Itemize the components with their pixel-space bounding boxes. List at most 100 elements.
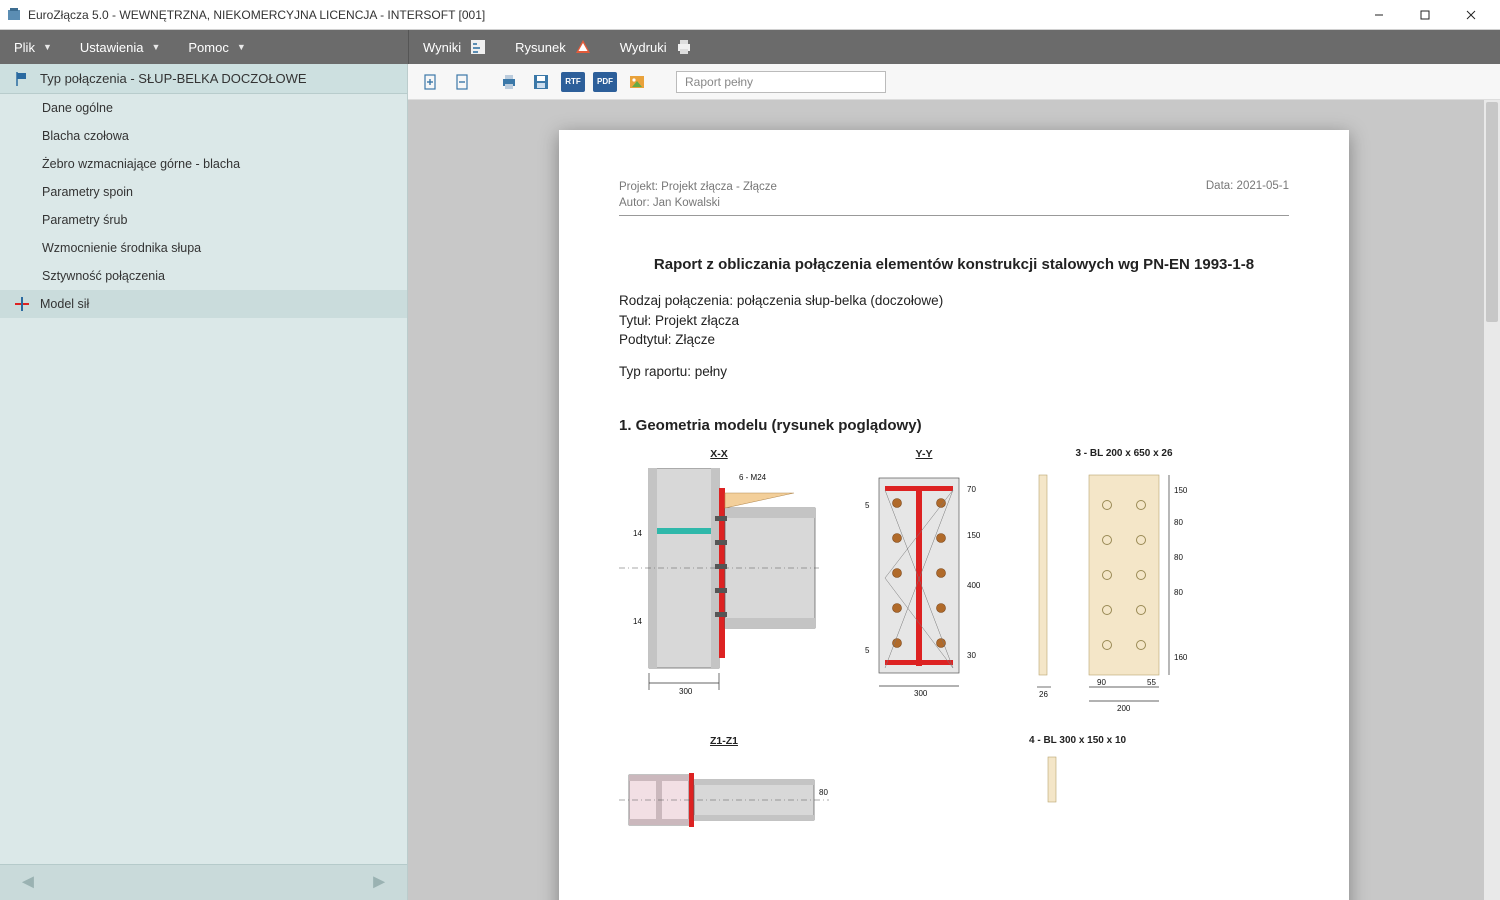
drawing-icon bbox=[574, 38, 592, 56]
view-yy: Y-Y bbox=[859, 448, 989, 698]
svg-text:80: 80 bbox=[1174, 553, 1183, 562]
nav-prev-icon[interactable]: ◄ bbox=[18, 871, 38, 894]
sidebar-item-zebro[interactable]: Żebro wzmacniające górne - blacha bbox=[0, 150, 407, 178]
sidebar-item-label: Blacha czołowa bbox=[42, 129, 129, 143]
svg-text:70: 70 bbox=[967, 485, 976, 494]
sidebar-header[interactable]: Typ połączenia - SŁUP-BELKA DOCZOŁOWE bbox=[0, 64, 407, 94]
sidebar: Typ połączenia - SŁUP-BELKA DOCZOŁOWE Da… bbox=[0, 64, 408, 900]
export-rtf-button[interactable]: RTF bbox=[560, 69, 586, 95]
report-type-label: Raport pełny bbox=[685, 75, 753, 89]
plate4-svg: 200 bbox=[1038, 752, 1118, 812]
svg-text:300: 300 bbox=[914, 689, 928, 698]
view-xx: X-X bbox=[619, 448, 819, 701]
sidebar-item-label: Żebro wzmacniające górne - blacha bbox=[42, 157, 240, 171]
svg-text:300: 300 bbox=[679, 687, 693, 696]
report-type-select[interactable]: Raport pełny bbox=[676, 71, 886, 93]
svg-text:14: 14 bbox=[633, 617, 642, 626]
menubar: Plik▼ Ustawienia▼ Pomoc▼ Wyniki Rysunek … bbox=[0, 30, 1500, 64]
svg-text:200: 200 bbox=[1038, 768, 1040, 782]
meta-typ: Typ raportu: pełny bbox=[619, 362, 1289, 382]
project-line: Projekt: Projekt złącza - Złącze bbox=[619, 180, 777, 196]
vertical-scrollbar[interactable] bbox=[1484, 100, 1500, 900]
page-header: Projekt: Projekt złącza - Złącze Autor: … bbox=[619, 180, 1289, 216]
svg-text:5: 5 bbox=[865, 501, 870, 510]
chevron-down-icon: ▼ bbox=[237, 42, 246, 52]
tab-wyniki[interactable]: Wyniki bbox=[409, 30, 501, 64]
sidebar-item-label: Parametry spoin bbox=[42, 185, 133, 199]
tab-wyniki-label: Wyniki bbox=[423, 40, 461, 55]
sidebar-item-wzmocnienie[interactable]: Wzmocnienie środnika słupa bbox=[0, 234, 407, 262]
scrollbar-thumb[interactable] bbox=[1486, 102, 1498, 322]
tab-rysunek-label: Rysunek bbox=[515, 40, 566, 55]
report-title: Raport z obliczania połączenia elementów… bbox=[619, 256, 1289, 273]
sidebar-item-parametry-srub[interactable]: Parametry śrub bbox=[0, 206, 407, 234]
author-line: Autor: Jan Kowalski bbox=[619, 196, 777, 212]
view-z1: Z1-Z1 bbox=[619, 735, 829, 835]
export-pdf-button[interactable]: PDF bbox=[592, 69, 618, 95]
maximize-button[interactable] bbox=[1402, 0, 1448, 30]
flag-icon bbox=[14, 71, 30, 87]
window-title: EuroZłącza 5.0 - WEWNĘTRZNA, NIEKOMERCYJ… bbox=[28, 8, 485, 22]
svg-text:80: 80 bbox=[1174, 588, 1183, 597]
plate3-caption: 3 - BL 200 x 650 x 26 bbox=[1075, 448, 1172, 459]
printer-icon bbox=[675, 38, 693, 56]
meta-rodzaj: Rodzaj połączenia: połączenia słup-belka… bbox=[619, 291, 1289, 311]
menu-pomoc-label: Pomoc bbox=[188, 40, 228, 55]
print-button[interactable] bbox=[496, 69, 522, 95]
sidebar-item-label: Parametry śrub bbox=[42, 213, 127, 227]
meta-tytul: Tytuł: Projekt złącza bbox=[619, 311, 1289, 331]
close-button[interactable] bbox=[1448, 0, 1494, 30]
report-meta: Rodzaj połączenia: połączenia słup-belka… bbox=[619, 291, 1289, 381]
sidebar-item-dane-ogolne[interactable]: Dane ogólne bbox=[0, 94, 407, 122]
view-xx-label: X-X bbox=[710, 448, 728, 460]
tab-wydruki[interactable]: Wydruki bbox=[606, 30, 707, 64]
menu-pomoc[interactable]: Pomoc ▼ bbox=[174, 30, 259, 64]
svg-text:55: 55 bbox=[1147, 678, 1156, 687]
meta-podtytul: Podtytuł: Złącze bbox=[619, 330, 1289, 350]
sidebar-item-sztywnosc[interactable]: Sztywność połączenia bbox=[0, 262, 407, 290]
chevron-down-icon: ▼ bbox=[43, 42, 52, 52]
svg-text:160: 160 bbox=[1174, 653, 1188, 662]
svg-text:150: 150 bbox=[967, 531, 981, 540]
minimize-button[interactable] bbox=[1356, 0, 1402, 30]
tab-wydruki-label: Wydruki bbox=[620, 40, 667, 55]
tab-rysunek[interactable]: Rysunek bbox=[501, 30, 606, 64]
menu-ustawienia[interactable]: Ustawienia▼ bbox=[66, 30, 175, 64]
svg-text:80: 80 bbox=[1174, 518, 1183, 527]
view-plate4: 4 - BL 300 x 150 x 10 200 bbox=[1029, 735, 1126, 812]
sidebar-header-label: Typ połączenia - SŁUP-BELKA DOCZOŁOWE bbox=[40, 71, 307, 86]
sidebar-item-blacha-czolowa[interactable]: Blacha czołowa bbox=[0, 122, 407, 150]
svg-text:26: 26 bbox=[1039, 690, 1048, 699]
sidebar-footer: ◄ ► bbox=[0, 864, 407, 900]
svg-text:400: 400 bbox=[967, 581, 981, 590]
view-z1-label: Z1-Z1 bbox=[710, 735, 738, 747]
view-xx-svg: 300 6 - M24 14 14 bbox=[619, 468, 819, 698]
svg-text:150: 150 bbox=[1174, 486, 1188, 495]
view-plate3: 3 - BL 200 x 650 x 26 650 26 bbox=[1029, 448, 1219, 715]
page-remove-button[interactable] bbox=[450, 69, 476, 95]
app-icon bbox=[6, 7, 22, 23]
sidebar-list: Dane ogólne Blacha czołowa Żebro wzmacni… bbox=[0, 94, 407, 864]
sidebar-item-label: Wzmocnienie środnika słupa bbox=[42, 241, 201, 255]
svg-text:14: 14 bbox=[633, 529, 642, 538]
titlebar: EuroZłącza 5.0 - WEWNĘTRZNA, NIEKOMERCYJ… bbox=[0, 0, 1500, 30]
sidebar-item-model-sil[interactable]: Model sił bbox=[0, 290, 407, 318]
preview-canvas[interactable]: Projekt: Projekt złącza - Złącze Autor: … bbox=[408, 100, 1500, 900]
drawings-row-2: Z1-Z1 bbox=[619, 735, 1289, 835]
sidebar-item-label: Model sił bbox=[40, 297, 89, 311]
svg-text:80: 80 bbox=[819, 788, 828, 797]
nav-next-icon[interactable]: ► bbox=[369, 871, 389, 894]
export-image-button[interactable] bbox=[624, 69, 650, 95]
view-yy-label: Y-Y bbox=[916, 448, 933, 460]
page-add-button[interactable] bbox=[418, 69, 444, 95]
save-button[interactable] bbox=[528, 69, 554, 95]
sidebar-item-parametry-spoin[interactable]: Parametry spoin bbox=[0, 178, 407, 206]
plate4-caption: 4 - BL 300 x 150 x 10 bbox=[1029, 735, 1126, 746]
svg-text:200: 200 bbox=[1117, 704, 1131, 713]
plate3-svg: 650 26 bbox=[1029, 465, 1219, 715]
forces-icon bbox=[14, 296, 30, 312]
menu-plik[interactable]: Plik▼ bbox=[0, 30, 66, 64]
sidebar-item-label: Dane ogólne bbox=[42, 101, 113, 115]
report-toolbar: RTF PDF Raport pełny bbox=[408, 64, 1500, 100]
svg-text:30: 30 bbox=[967, 651, 976, 660]
